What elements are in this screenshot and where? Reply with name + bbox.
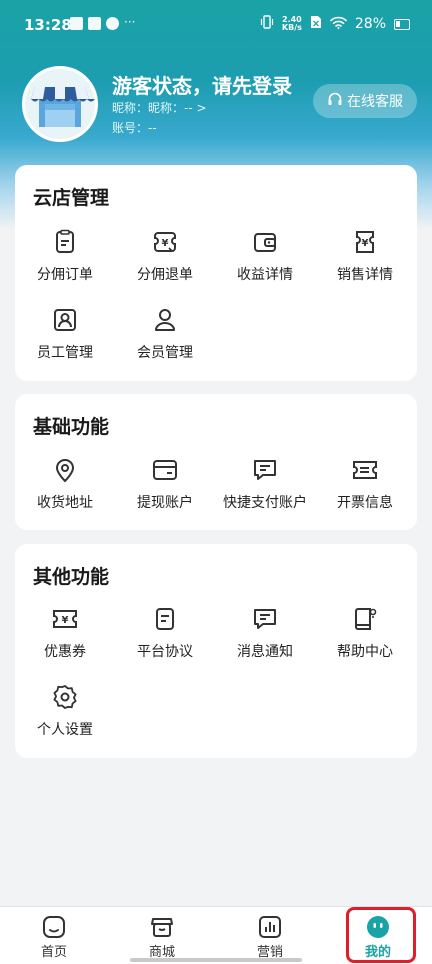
notification-app-icon [70, 17, 83, 30]
home-icon [42, 915, 66, 939]
yuan-ticket-icon: ¥ [352, 229, 378, 255]
grid-item-label: 收货地址 [37, 495, 93, 511]
svg-text:¥: ¥ [62, 615, 69, 626]
grid-item-label: 收益详情 [237, 267, 293, 283]
status-time: 13:28 [24, 16, 72, 34]
vibrate-icon [260, 15, 274, 33]
more-notifications-icon: ··· [124, 15, 136, 29]
tab-label: 首页 [40, 945, 67, 960]
account-row: 账号：-- [112, 121, 157, 135]
grid-item-shipping-address[interactable]: 收货地址 [15, 457, 115, 523]
gear-icon [52, 684, 78, 710]
grid-item-message-notifications[interactable]: 消息通知 [215, 606, 315, 672]
svg-text:¥: ¥ [162, 238, 169, 249]
tab-mall[interactable]: 商城 [108, 907, 216, 964]
member-person-icon [152, 307, 178, 333]
message-icon [252, 606, 278, 632]
grid-item-label: 提现账户 [137, 495, 193, 511]
battery-icon [394, 18, 410, 30]
grid-item-label: 帮助中心 [337, 644, 393, 660]
other-functions-card: 其他功能 ¥ 优惠券 平台协议 消息通知 帮助中心 个人设置 [15, 544, 417, 758]
status-bar: 13:28 ··· 2.40 KB/s 28% [0, 0, 432, 50]
order-doc-icon [52, 229, 78, 255]
grid-item-label: 会员管理 [137, 345, 193, 361]
store-avatar-icon[interactable] [22, 66, 98, 142]
grid-item-commission-orders[interactable]: 分佣订单 [15, 229, 115, 295]
help-book-icon [352, 606, 378, 632]
grid-item-help-center[interactable]: 帮助中心 [315, 606, 415, 672]
grid-item-label: 销售详情 [337, 267, 393, 283]
tab-marketing[interactable]: 营销 [216, 907, 324, 964]
grid-item-member-management[interactable]: 会员管理 [115, 307, 215, 373]
grid-item-coupons[interactable]: ¥ 优惠券 [15, 606, 115, 672]
no-sim-icon [310, 15, 322, 33]
invoice-ticket-icon [352, 457, 378, 483]
grid-item-sales-details[interactable]: ¥ 销售详情 [315, 229, 415, 295]
grid-item-personal-settings[interactable]: 个人设置 [15, 684, 115, 750]
nickname-row[interactable]: 昵称：昵称：-- > [112, 99, 207, 116]
grid-item-commission-refunds[interactable]: ¥ 分佣退单 [115, 229, 215, 295]
grid-item-label: 个人设置 [37, 722, 93, 738]
grid-item-quick-pay-account[interactable]: 快捷支付账户 [215, 457, 315, 523]
wechat-icon [106, 17, 119, 30]
chart-icon [258, 915, 282, 939]
status-notification-icons: ··· [70, 15, 137, 30]
battery-percent: 28% [354, 16, 386, 32]
grid-item-earnings-details[interactable]: 收益详情 [215, 229, 315, 295]
yuan-refund-icon: ¥ [152, 229, 178, 255]
active-tab-highlight-box [346, 907, 416, 963]
grid-item-label: 开票信息 [337, 495, 393, 511]
tab-home[interactable]: 首页 [0, 907, 108, 964]
wifi-icon [330, 16, 347, 33]
chat-pay-icon [252, 457, 278, 483]
grid-item-withdraw-account[interactable]: 提现账户 [115, 457, 215, 523]
grid-item-label: 消息通知 [237, 644, 293, 660]
grid-item-platform-agreement[interactable]: 平台协议 [115, 606, 215, 672]
mail-icon [88, 17, 101, 30]
grid-item-label: 分佣订单 [37, 267, 93, 283]
other-functions-title: 其他功能 [33, 566, 110, 588]
cloud-store-card: 云店管理 分佣订单 ¥ 分佣退单 收益详情 ¥ 销售详情 员工管理 会员管理 [15, 165, 417, 381]
store-icon [150, 915, 174, 939]
coupon-icon: ¥ [52, 606, 78, 632]
card-icon [152, 457, 178, 483]
grid-item-label: 平台协议 [137, 644, 193, 660]
grid-item-label: 快捷支付账户 [223, 495, 307, 511]
employee-badge-icon [52, 307, 78, 333]
grid-item-employee-management[interactable]: 员工管理 [15, 307, 115, 373]
online-service-button[interactable]: 在线客服 [313, 84, 417, 118]
location-pin-icon [52, 457, 78, 483]
cloud-store-title: 云店管理 [33, 187, 110, 209]
grid-item-label: 员工管理 [37, 345, 93, 361]
login-prompt-title[interactable]: 游客状态，请先登录 [112, 70, 332, 99]
svg-text:¥: ¥ [362, 238, 369, 249]
basic-functions-title: 基础功能 [33, 416, 110, 438]
network-speed: 2.40 KB/s [281, 15, 302, 32]
grid-item-invoice-info[interactable]: 开票信息 [315, 457, 415, 523]
grid-item-label: 分佣退单 [137, 267, 193, 283]
online-service-label: 在线客服 [347, 94, 403, 110]
grid-item-label: 优惠券 [44, 644, 86, 660]
home-indicator[interactable] [130, 958, 302, 962]
wallet-icon [252, 229, 278, 255]
agreement-doc-icon [152, 606, 178, 632]
headset-icon [327, 91, 343, 111]
basic-functions-card: 基础功能 收货地址 提现账户 快捷支付账户 开票信息 [15, 394, 417, 530]
